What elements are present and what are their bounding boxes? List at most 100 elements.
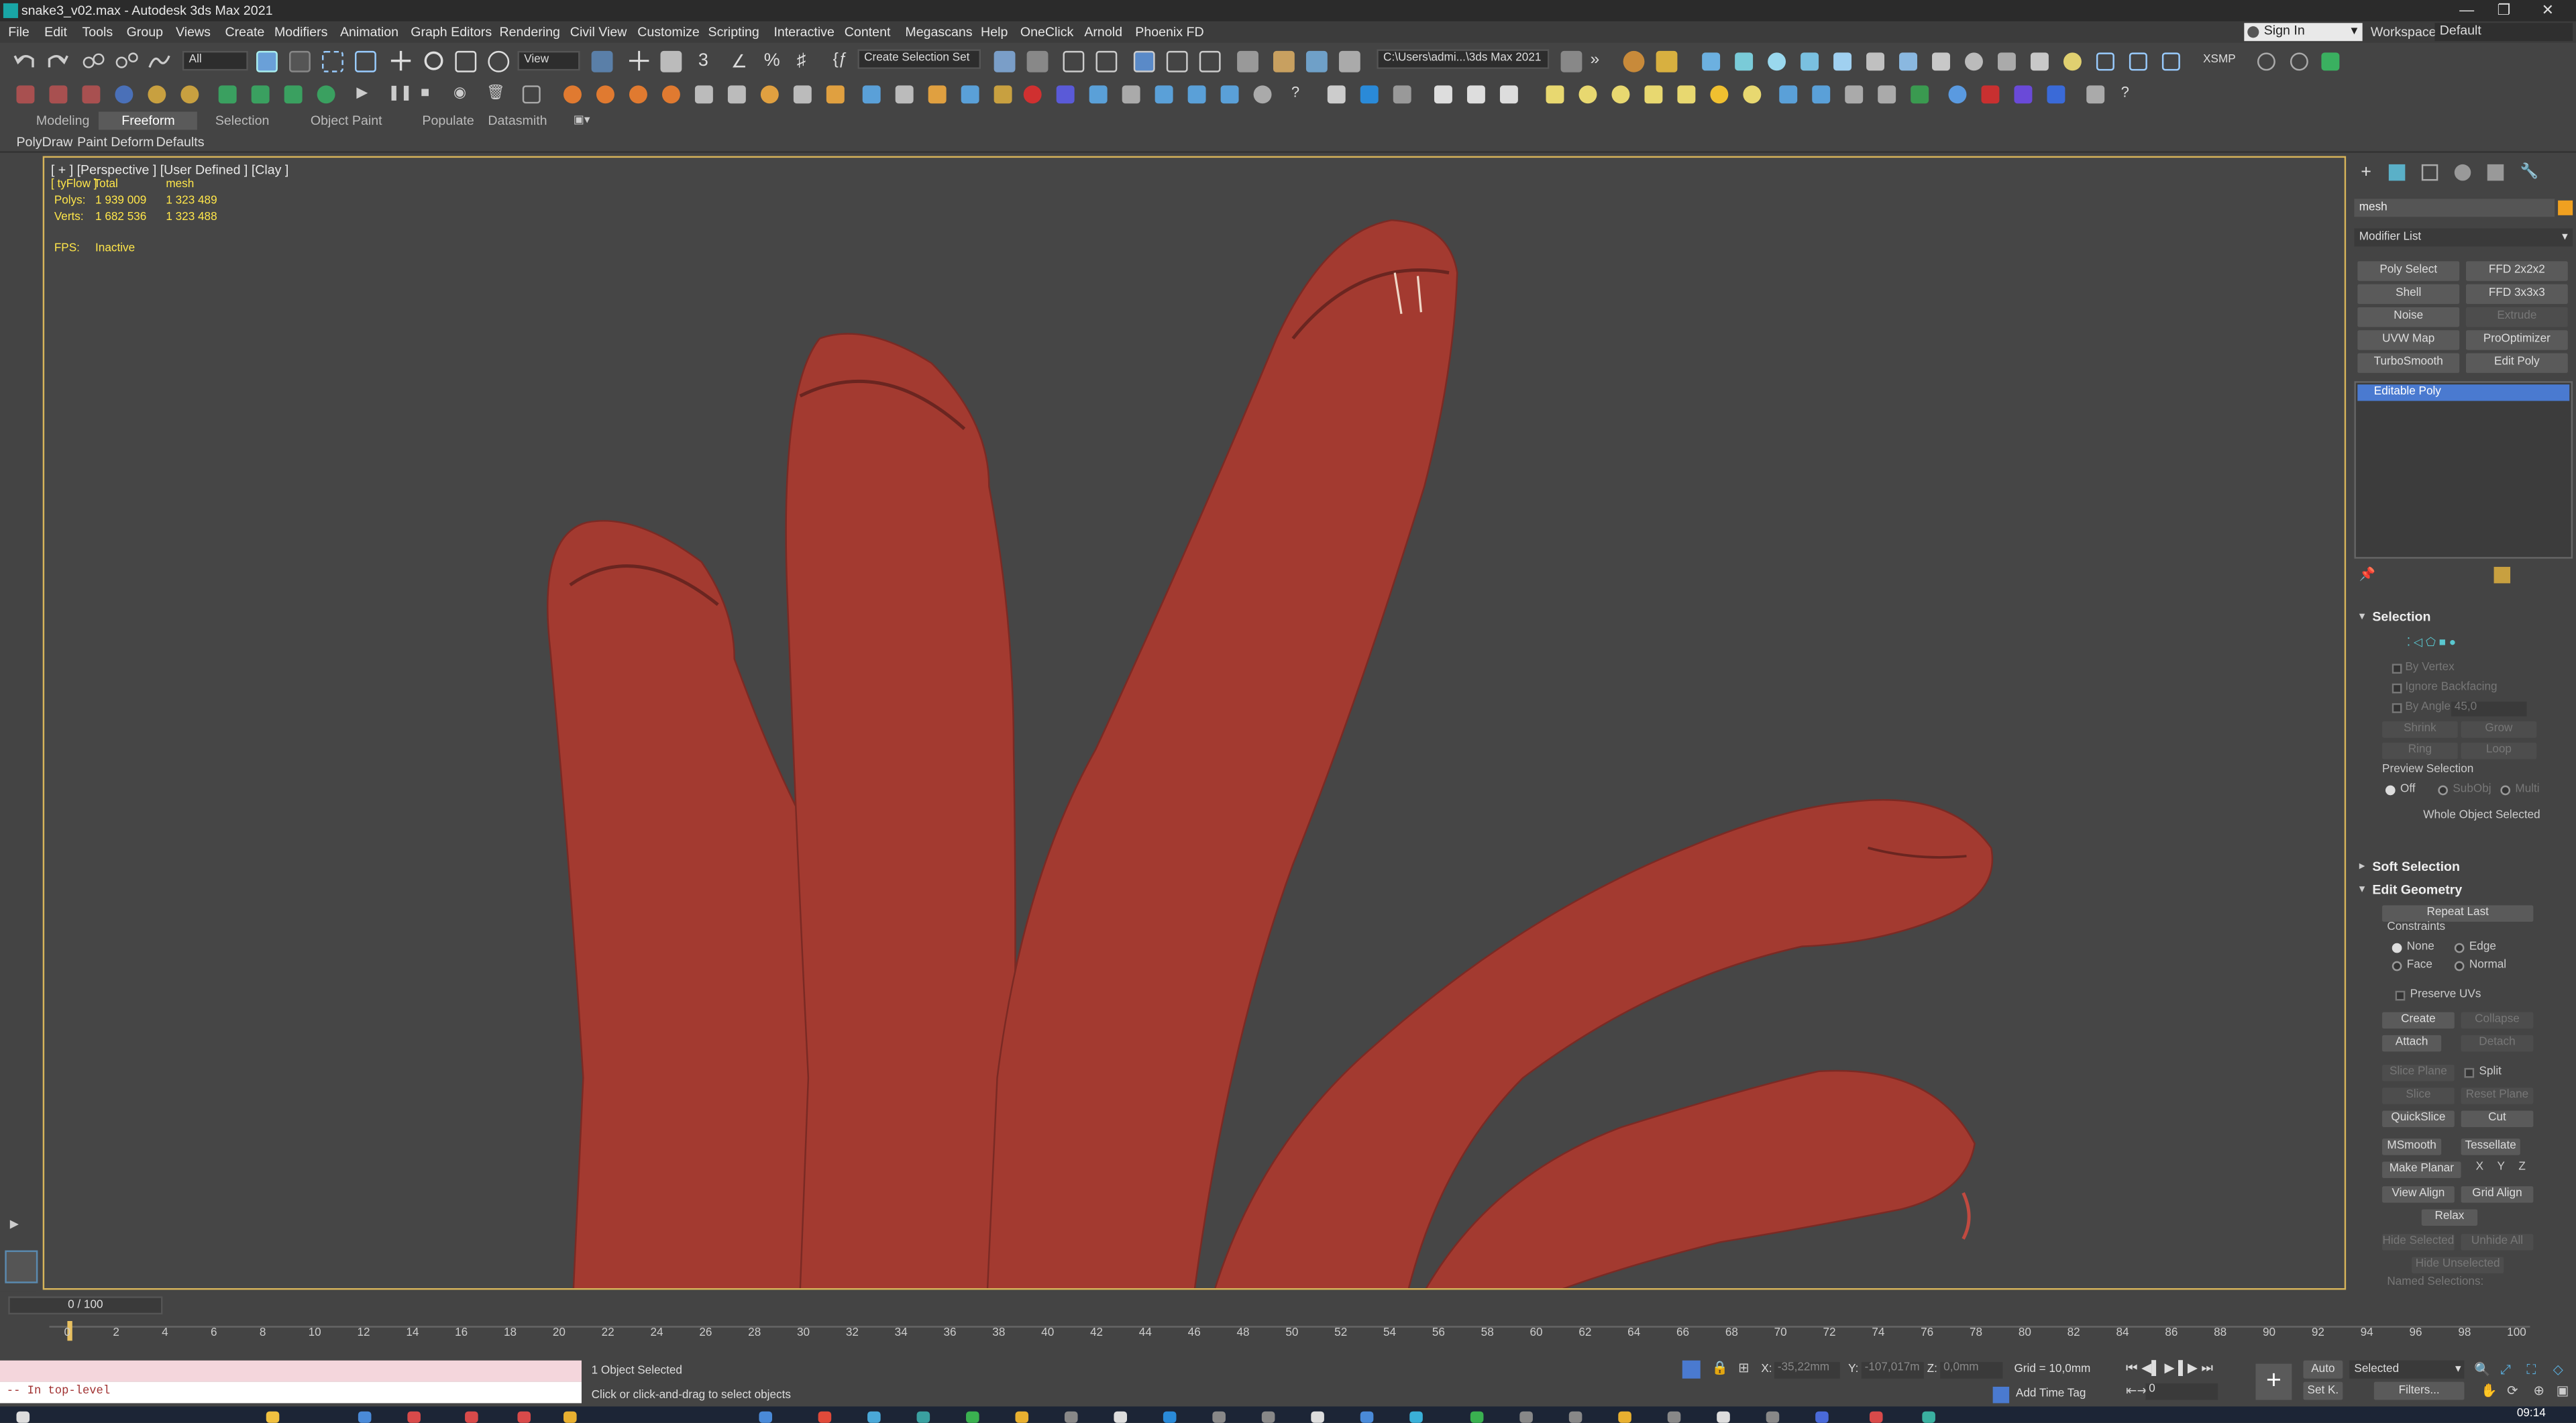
maxscript-listener-top[interactable] (0, 1360, 582, 1382)
ffd-3x3x3-button[interactable]: FFD 3x3x3 (2465, 284, 2568, 305)
collapse-button[interactable]: Collapse (2461, 1012, 2534, 1029)
ignore-backfacing-checkbox[interactable] (2392, 683, 2402, 694)
shader-icon-3[interactable] (1845, 85, 1864, 104)
xsmp-label[interactable]: XSMP (2203, 54, 2236, 66)
menu-rendering[interactable]: Rendering (499, 25, 559, 40)
shader-icon-2[interactable] (1812, 85, 1831, 104)
fluid-icon-3[interactable] (760, 85, 779, 104)
menu-phoenix-fd[interactable]: Phoenix FD (1135, 25, 1203, 40)
taskbar-app-icon-12[interactable] (1015, 1411, 1029, 1423)
tool-icon-5[interactable] (148, 85, 166, 104)
playback-controls[interactable]: ⏮ ◀▌ ▶ ▌▶ ⏭ (2126, 1361, 2213, 1377)
fluid-icon-1[interactable] (694, 85, 713, 104)
material-ball-icon[interactable] (1948, 85, 1967, 104)
by-vertex-checkbox[interactable] (2392, 664, 2402, 674)
menu-modifiers[interactable]: Modifiers (274, 25, 327, 40)
set-key-icon[interactable]: + (2255, 1363, 2292, 1400)
shell-button[interactable]: Shell (2357, 284, 2460, 305)
menu-civil-view[interactable]: Civil View (570, 25, 627, 40)
tyflow-icon[interactable] (1623, 50, 1645, 72)
split-checkbox[interactable] (2464, 1067, 2475, 1078)
relax-button[interactable]: Relax (2421, 1209, 2478, 1226)
arnold-light-icon-2[interactable] (1466, 85, 1485, 104)
particle-icon-4[interactable] (1155, 85, 1173, 104)
taskbar-app-icon-19[interactable] (1360, 1411, 1374, 1423)
walk-through-icon[interactable]: ⊕ (2533, 1383, 2544, 1398)
toolbar-help-icon[interactable]: ? (2121, 84, 2129, 100)
taskbar-app-icon-6[interactable] (564, 1411, 577, 1423)
scale-icon[interactable] (455, 50, 477, 72)
menu-group[interactable]: Group (127, 25, 163, 40)
fluid-icon-2[interactable] (727, 85, 746, 104)
menu-edit[interactable]: Edit (44, 25, 67, 40)
perspective-viewport[interactable]: [ + ] [Perspective ] [User Defined ] [Cl… (42, 156, 2347, 1290)
notes-icon[interactable] (1656, 50, 1678, 72)
current-frame-field[interactable]: 0 (2145, 1383, 2218, 1400)
rectangular-selection-icon[interactable] (322, 50, 343, 72)
frame-icon[interactable] (2096, 52, 2114, 71)
add-time-tag-button[interactable]: Add Time Tag (2016, 1388, 2086, 1400)
water-icon-1[interactable] (862, 85, 881, 104)
extrude-button[interactable]: Extrude (2465, 307, 2568, 327)
track-bar[interactable] (49, 1314, 2530, 1328)
selection-rollout-header[interactable]: ▾ Selection (2349, 610, 2566, 628)
motion-tab-icon[interactable] (2454, 164, 2471, 181)
menu-megascans[interactable]: Megascans (905, 25, 972, 40)
spinner-snap-icon[interactable]: ♯ (797, 51, 806, 70)
constraint-face-radio[interactable] (2392, 961, 2402, 971)
repeat-last-button[interactable]: Repeat Last (2382, 905, 2534, 922)
bind-space-warp-icon[interactable] (148, 51, 170, 70)
snake-model[interactable] (44, 158, 2346, 1289)
constraint-none-radio[interactable] (2392, 943, 2402, 953)
reset-plane-button[interactable]: Reset Plane (2461, 1088, 2534, 1104)
taskbar-app-icon-15[interactable] (1163, 1411, 1177, 1423)
menu-oneclick[interactable]: OneClick (1020, 25, 1073, 40)
maximize-viewport-icon[interactable]: ▣ (2557, 1383, 2569, 1398)
mirror-icon[interactable] (994, 50, 1016, 72)
object-color-swatch[interactable] (2558, 200, 2573, 215)
absolute-mode-icon[interactable]: ⊞ (1738, 1361, 1749, 1375)
select-by-name-icon[interactable] (289, 50, 311, 72)
render-icon[interactable] (1997, 52, 2016, 71)
particle-icon-1[interactable] (1056, 85, 1075, 104)
undo-icon[interactable] (13, 51, 36, 70)
field-of-view-icon[interactable]: ◇ (2553, 1362, 2563, 1377)
globe-icon[interactable] (2030, 52, 2049, 71)
collapse-icon[interactable] (2257, 52, 2275, 71)
prooptimizer-button[interactable]: ProOptimizer (2465, 330, 2568, 350)
subtab-defaults[interactable]: Defaults (156, 135, 205, 150)
gear-icon[interactable] (1735, 52, 1754, 71)
tool-icon-8[interactable] (251, 85, 270, 104)
sun-icon[interactable] (1801, 52, 1819, 71)
pause-icon[interactable]: ❚❚ (388, 84, 413, 102)
arnold-light-icon-1[interactable] (1434, 85, 1452, 104)
create-button[interactable]: Create (2382, 1012, 2455, 1029)
preview-off-radio[interactable] (2385, 785, 2396, 796)
menu-scripting[interactable]: Scripting (708, 25, 759, 40)
mesh-light-icon[interactable] (1644, 85, 1663, 104)
orbit-icon[interactable]: ⟳ (2507, 1383, 2518, 1398)
maximize-button[interactable]: ❐ (2497, 1, 2510, 19)
sign-in-dropdown[interactable]: Sign In ▾ (2244, 23, 2363, 42)
make-planar-button[interactable]: Make Planar (2382, 1161, 2461, 1178)
noise-button[interactable]: Noise (2357, 307, 2460, 327)
viewport-layout-icon[interactable] (2129, 52, 2147, 71)
poly-select-button[interactable]: Poly Select (2357, 261, 2460, 281)
ring-button[interactable]: Ring (2382, 742, 2458, 759)
taskbar-app-icon-23[interactable] (1568, 1411, 1582, 1423)
bulb-icon[interactable] (2063, 52, 2082, 71)
viewport-nav-icon[interactable] (5, 1250, 38, 1283)
toggle-scene-explorer-icon[interactable] (1063, 50, 1085, 72)
particle-icon-7[interactable] (1253, 85, 1272, 104)
rendered-frame-window-icon[interactable] (1305, 50, 1328, 72)
fire-icon-2[interactable] (596, 85, 614, 104)
play-icon[interactable]: ▶ (356, 84, 368, 102)
area-light-icon[interactable] (1546, 85, 1564, 104)
y-coord-field[interactable]: -107,017m (1861, 1362, 1924, 1379)
slice-button[interactable]: Slice (2382, 1088, 2455, 1104)
tab-datasmith[interactable]: Datasmith (488, 113, 547, 128)
time-slider[interactable]: 0 / 100 (8, 1296, 163, 1315)
menu-customize[interactable]: Customize (637, 25, 700, 40)
workspace-dropdown[interactable]: Default (2434, 23, 2573, 42)
sun-light-icon[interactable] (1710, 85, 1729, 104)
